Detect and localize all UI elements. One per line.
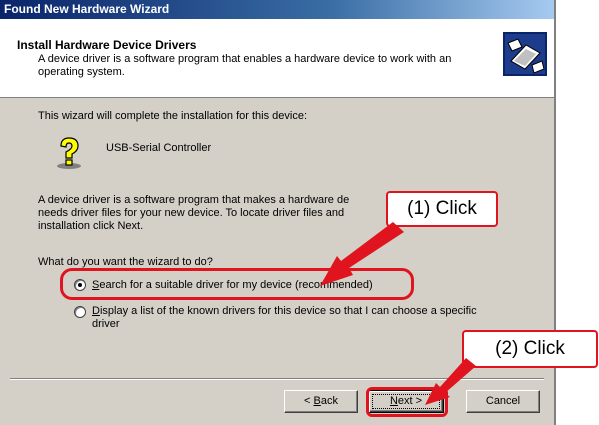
arrow-step-2 — [425, 358, 476, 405]
callout-arrows — [320, 222, 476, 405]
arrow-step-1 — [320, 222, 404, 286]
